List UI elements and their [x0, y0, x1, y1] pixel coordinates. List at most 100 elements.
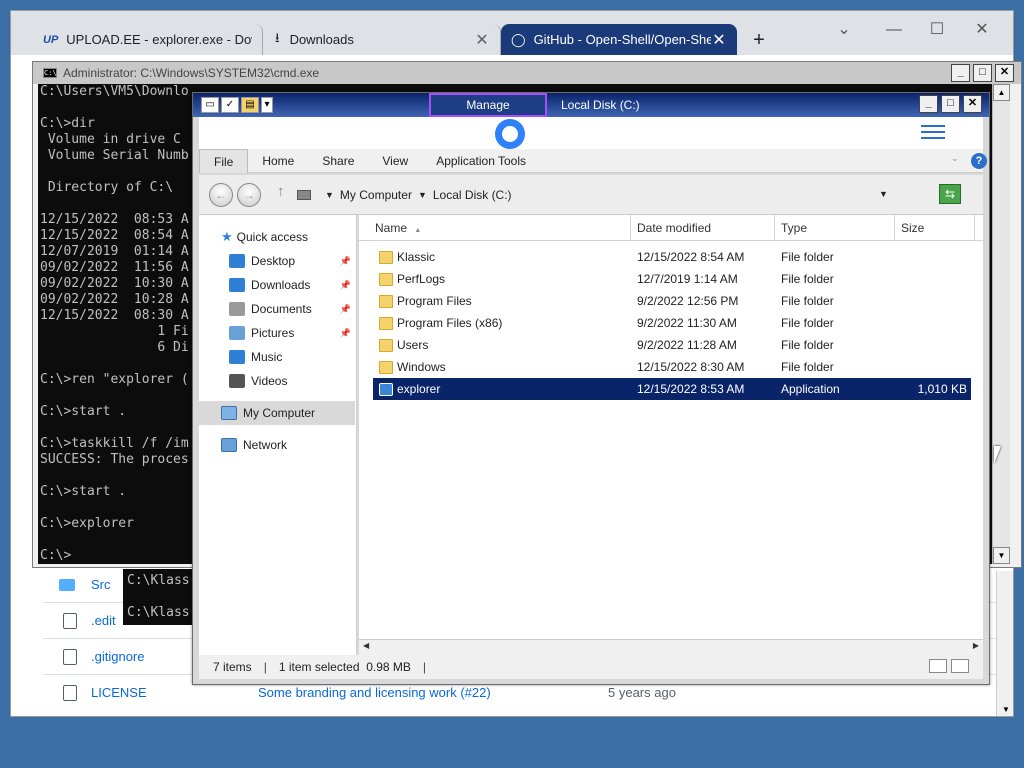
- explorer-close-button[interactable]: ✕: [963, 95, 982, 113]
- nav-label: Music: [251, 350, 283, 364]
- tab-application-tools[interactable]: Application Tools: [422, 149, 540, 173]
- manage-contextual-tab[interactable]: Manage: [429, 93, 547, 117]
- browser-maximize-button[interactable]: ☐: [914, 15, 960, 45]
- browser-minimize-button[interactable]: —: [871, 15, 917, 45]
- nav-label: Videos: [251, 374, 288, 388]
- back-button[interactable]: ←: [209, 183, 233, 207]
- column-size[interactable]: Size: [895, 215, 975, 241]
- tab-share[interactable]: Share: [308, 149, 368, 173]
- scroll-down-icon[interactable]: ▼: [993, 547, 1010, 564]
- up-button[interactable]: ↑: [277, 183, 285, 200]
- explorer-minimize-button[interactable]: _: [919, 95, 938, 113]
- cmd-icon: C:\: [43, 68, 57, 78]
- file-list-pane[interactable]: Name ▲ Date modified Type Size Klassic 12…: [359, 215, 983, 647]
- pin-icon[interactable]: 📌: [340, 256, 351, 267]
- refresh-button[interactable]: ⇆: [939, 184, 961, 204]
- checkmark-icon[interactable]: ✓: [221, 97, 239, 113]
- column-name[interactable]: Name ▲: [359, 215, 631, 241]
- column-date-modified[interactable]: Date modified: [631, 215, 775, 241]
- large-icons-view-icon[interactable]: [951, 659, 969, 673]
- file-row[interactable]: Windows 12/15/2022 8:30 AM File folder: [373, 356, 971, 378]
- repo-file-name[interactable]: .edit: [91, 613, 116, 628]
- file-row[interactable]: PerfLogs 12/7/2019 1:14 AM File folder: [373, 268, 971, 290]
- network-icon: [221, 438, 237, 452]
- expand-ribbon-icon[interactable]: ⌄: [951, 153, 959, 164]
- browser-scrollbar[interactable]: ▼: [996, 571, 1013, 716]
- file-row[interactable]: Program Files 9/2/2022 12:56 PM File folde…: [373, 290, 971, 312]
- cmd-title-bar[interactable]: C:\ Administrator: C:\Windows\SYSTEM32\c…: [33, 62, 1021, 84]
- new-folder-icon[interactable]: ▤: [241, 97, 259, 113]
- nav-my-computer[interactable]: My Computer: [199, 401, 355, 425]
- close-icon[interactable]: ✕: [711, 30, 727, 50]
- tab-downloads[interactable]: ⭳ Downloads ✕: [265, 24, 501, 55]
- horizontal-scrollbar[interactable]: ◀ ▶: [359, 639, 983, 655]
- pin-icon[interactable]: 📌: [340, 304, 351, 315]
- pin-icon[interactable]: 📌: [340, 280, 351, 291]
- hamburger-menu-icon[interactable]: [921, 121, 945, 141]
- nav-item-videos[interactable]: Videos: [199, 369, 355, 393]
- forward-button[interactable]: →: [237, 183, 261, 207]
- repo-file-name[interactable]: LICENSE: [91, 685, 147, 700]
- nav-label: Downloads: [251, 278, 311, 292]
- nav-item-downloads[interactable]: Downloads 📌: [199, 273, 355, 297]
- cmd-maximize-button[interactable]: □: [973, 64, 992, 82]
- file-row[interactable]: Klassic 12/15/2022 8:54 AM File folder: [373, 246, 971, 268]
- cmd-scrollbar[interactable]: ▲ ▼: [992, 84, 1010, 564]
- file-date-modified: 9/2/2022 11:30 AM: [637, 316, 737, 330]
- nav-network[interactable]: Network: [199, 433, 355, 457]
- address-history-dropdown-icon[interactable]: ▼: [879, 189, 888, 199]
- breadcrumb-my-computer[interactable]: My Computer: [340, 188, 412, 202]
- tab-title: GitHub - Open-Shell/Open-Shell: [533, 32, 711, 47]
- address-field[interactable]: ▼ My Computer ▼ Local Disk (C:): [297, 183, 887, 207]
- file-row[interactable]: Users 9/2/2022 11:28 AM File folder: [373, 334, 971, 356]
- explorer-title-bar[interactable]: ▭ ✓ ▤ ▾ Manage Local Disk (C:) _ □ ✕: [193, 93, 989, 117]
- repo-file-name[interactable]: Src: [91, 577, 111, 592]
- customize-toolbar-icon[interactable]: ▾: [261, 97, 273, 113]
- explorer-maximize-button[interactable]: □: [941, 95, 960, 113]
- quick-access-toolbar: ▭ ✓ ▤ ▾: [201, 96, 297, 114]
- details-view-icon[interactable]: [929, 659, 947, 673]
- github-logo-icon: [495, 119, 525, 149]
- status-bar: 7 items | 1 item selected 0.98 MB |: [199, 655, 983, 679]
- commit-message-link[interactable]: Some branding and licensing work (#22): [258, 685, 491, 700]
- cmd-minimize-button[interactable]: _: [951, 64, 970, 82]
- repo-file-name[interactable]: .gitignore: [91, 649, 144, 664]
- file-type: File folder: [781, 272, 834, 286]
- file-date-modified: 12/15/2022 8:53 AM: [637, 382, 745, 396]
- tab-home[interactable]: Home: [248, 149, 308, 173]
- tab-search-dropdown-icon[interactable]: ⌄: [821, 15, 867, 45]
- pin-icon[interactable]: 📌: [340, 328, 351, 339]
- scroll-left-icon[interactable]: ◀: [363, 641, 369, 650]
- column-type[interactable]: Type: [775, 215, 895, 241]
- file-row[interactable]: explorer 12/15/2022 8:53 AM Application 1,0…: [373, 378, 971, 400]
- new-tab-button[interactable]: +: [747, 29, 771, 53]
- file-row[interactable]: Program Files (x86) 9/2/2022 11:30 AM File…: [373, 312, 971, 334]
- file-date-modified: 12/7/2019 1:14 AM: [637, 272, 738, 286]
- close-icon[interactable]: ✕: [474, 30, 490, 50]
- breadcrumb-local-disk[interactable]: Local Disk (C:): [433, 188, 512, 202]
- file-date-modified: 9/2/2022 12:56 PM: [637, 294, 739, 308]
- browser-close-button[interactable]: ✕: [959, 15, 1005, 45]
- scroll-down-icon[interactable]: ▼: [1002, 705, 1010, 714]
- downloads-icon: [229, 278, 245, 292]
- help-icon[interactable]: ?: [971, 153, 987, 169]
- file-date-modified: 9/2/2022 11:28 AM: [637, 338, 737, 352]
- nav-item-music[interactable]: Music: [199, 345, 355, 369]
- properties-icon[interactable]: ▭: [201, 97, 219, 113]
- breadcrumb-chevron-icon[interactable]: ▼: [418, 190, 427, 200]
- nav-quick-access[interactable]: ★ Quick access: [199, 225, 355, 249]
- file-name: Program Files (x86): [397, 316, 503, 330]
- scroll-up-icon[interactable]: ▲: [993, 84, 1010, 101]
- explorer-window[interactable]: ▭ ✓ ▤ ▾ Manage Local Disk (C:) _ □ ✕ Fil…: [192, 92, 990, 685]
- nav-item-documents[interactable]: Documents 📌: [199, 297, 355, 321]
- tab-upload-ee[interactable]: UP UPLOAD.EE - explorer.exe - Dow: [33, 24, 263, 55]
- tab-view[interactable]: View: [368, 149, 422, 173]
- tab-github[interactable]: ◯ GitHub - Open-Shell/Open-Shell ✕: [501, 24, 737, 55]
- scroll-right-icon[interactable]: ▶: [973, 641, 979, 650]
- cmd-close-button[interactable]: ✕: [995, 64, 1014, 82]
- tab-file[interactable]: File: [199, 148, 249, 173]
- ribbon-tabs: File Home Share View Application Tools ⌄…: [199, 148, 987, 173]
- nav-item-pictures[interactable]: Pictures 📌: [199, 321, 355, 345]
- nav-item-desktop[interactable]: Desktop 📌: [199, 249, 355, 273]
- breadcrumb-chevron-icon[interactable]: ▼: [325, 190, 334, 200]
